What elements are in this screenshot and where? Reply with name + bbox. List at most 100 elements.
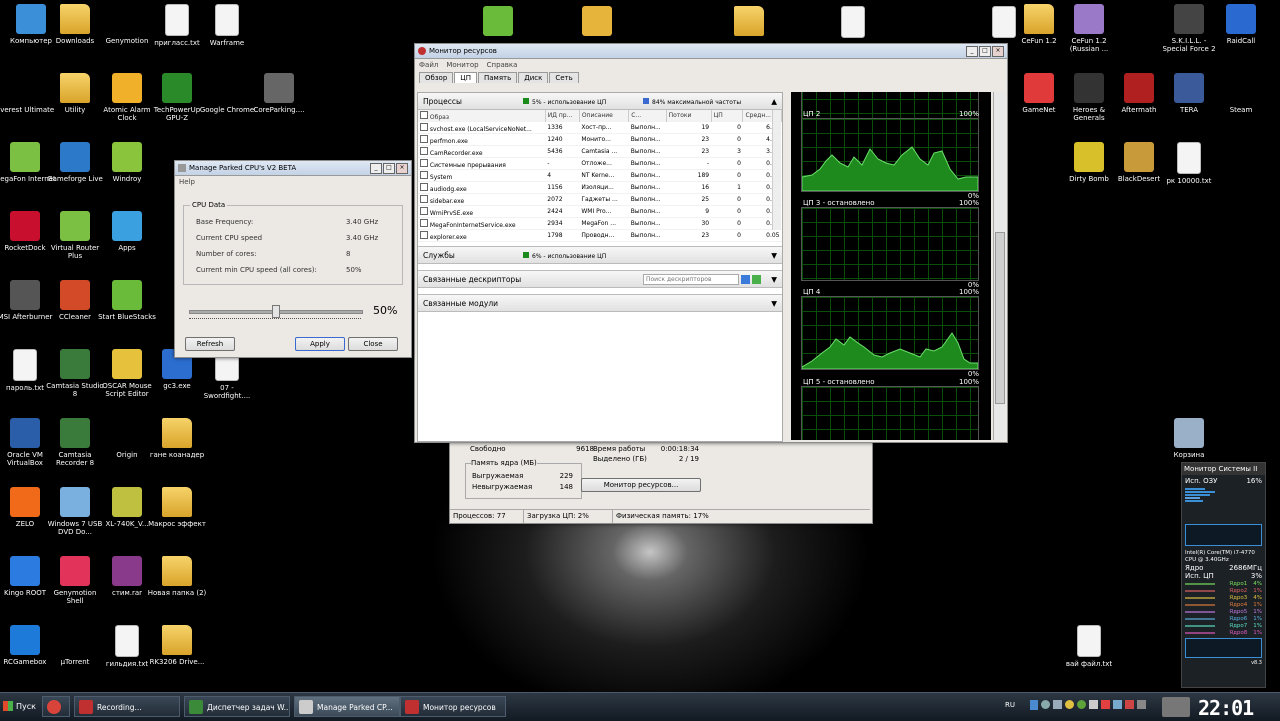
resource-monitor-window[interactable]: Монитор ресурсов _ □ × Файл Монитор Спра… bbox=[414, 43, 1008, 443]
column-header[interactable]: ЦП bbox=[711, 110, 744, 122]
desktop-icon-chip[interactable]: CoreParking.... bbox=[248, 73, 310, 114]
expand-icon[interactable]: ▼ bbox=[771, 299, 777, 308]
row-checkbox[interactable] bbox=[420, 146, 428, 155]
desktop-icon-android[interactable]: Windroy bbox=[96, 142, 158, 183]
desktop-icon-steam[interactable]: Steam bbox=[1210, 73, 1272, 114]
desktop-icon-raidcall[interactable]: RaidCall bbox=[1210, 4, 1272, 45]
tab-overview[interactable]: Обзор bbox=[419, 72, 454, 83]
desktop-icon-bluestacks[interactable] bbox=[467, 6, 529, 39]
desktop-icon-folder[interactable]: Макрос эффект bbox=[146, 487, 208, 528]
close-dialog-button[interactable]: Close bbox=[348, 337, 398, 351]
apply-button[interactable]: Apply bbox=[295, 337, 345, 351]
refresh-button[interactable]: Refresh bbox=[185, 337, 235, 351]
menu-file[interactable]: Файл bbox=[419, 61, 438, 69]
taskbar-button-task-manager[interactable]: Диспетчер задач W... bbox=[184, 696, 290, 717]
table-row[interactable]: System4NT Kerne...Выполн...18900.85 bbox=[418, 170, 782, 182]
taskbar-button-chrome[interactable] bbox=[42, 696, 70, 717]
tray-battery-icon[interactable] bbox=[1113, 700, 1122, 709]
column-header[interactable]: Образ bbox=[418, 110, 546, 122]
desktop-icon-folder[interactable]: Новая папка (2) bbox=[146, 556, 208, 597]
table-row[interactable]: explorer.exe 1798 Проводн... Выполн... 23 0 0.… bbox=[418, 230, 782, 242]
desktop-icon-folder[interactable]: гане коанадер bbox=[146, 418, 208, 459]
row-checkbox[interactable] bbox=[420, 206, 428, 215]
tray-steam-icon[interactable] bbox=[1041, 700, 1050, 709]
table-row[interactable]: perfmon.exe1240Монито...Выполн...2304.27 bbox=[418, 134, 782, 146]
collapse-icon[interactable]: ▲ bbox=[771, 97, 777, 106]
desktop-icon-apps[interactable]: Apps bbox=[96, 211, 158, 252]
table-row[interactable]: CamRecorder.exe 5436 Camtasia ... Выполн...… bbox=[418, 146, 782, 158]
row-checkbox[interactable] bbox=[420, 158, 428, 167]
tray-flag-icon[interactable] bbox=[1125, 700, 1134, 709]
expand-icon[interactable]: ▼ bbox=[771, 251, 777, 260]
tab-memory[interactable]: Память bbox=[477, 72, 518, 83]
taskbar-button-camtasia-recorder[interactable]: Recording... bbox=[74, 696, 180, 717]
minimize-button[interactable]: _ bbox=[966, 45, 978, 57]
maximize-button[interactable]: □ bbox=[979, 45, 991, 57]
search-icon[interactable] bbox=[741, 274, 750, 284]
tab-network[interactable]: Сеть bbox=[549, 72, 579, 83]
table-row[interactable]: WmiPrvSE.exe2424WMI Pro...Выполн...900.3… bbox=[418, 206, 782, 218]
taskbar-button-resource-monitor[interactable]: Монитор ресурсов bbox=[400, 696, 506, 717]
system-monitor-gadget[interactable]: Монитор Системы II Исп. ОЗУ 16% Intel(R)… bbox=[1181, 462, 1266, 688]
desktop-icon-uac-shield[interactable] bbox=[566, 6, 628, 39]
table-row[interactable]: svchost.exe (LocalServiceNoNet... 1336 Хос… bbox=[418, 122, 782, 134]
table-row[interactable]: Системные прерывания - Отложе... Выполн... -… bbox=[418, 158, 782, 170]
handles-search-input[interactable] bbox=[643, 273, 739, 285]
expand-icon[interactable]: ▼ bbox=[771, 275, 777, 284]
services-section-header[interactable]: Службы 6% - использование ЦП ▼ bbox=[418, 246, 782, 264]
menu-monitor[interactable]: Монитор bbox=[446, 61, 478, 69]
menu-help[interactable]: Справка bbox=[487, 61, 518, 69]
desktop-icon-text-file[interactable]: рк 10000.txt bbox=[1158, 142, 1220, 185]
table-row[interactable]: sidebar.exe2072Гаджеты ...Выполн...2500.… bbox=[418, 194, 782, 206]
desktop-icon-text-file[interactable]: вай файл.txt bbox=[1058, 625, 1120, 668]
row-checkbox[interactable] bbox=[420, 170, 428, 179]
min-speed-slider[interactable] bbox=[189, 305, 363, 319]
tray-arrow-icon[interactable] bbox=[1030, 700, 1038, 710]
processes-section-header[interactable]: Процессы 5% - использование ЦП 84% макси… bbox=[418, 93, 782, 110]
column-header[interactable]: Потоки bbox=[666, 110, 712, 122]
tray-sound-icon[interactable] bbox=[1101, 700, 1110, 709]
column-header[interactable]: ИД пр... bbox=[545, 110, 580, 122]
column-header[interactable]: С... bbox=[628, 110, 667, 122]
tray-display-icon[interactable] bbox=[1137, 700, 1146, 709]
maximize-button[interactable]: □ bbox=[383, 162, 395, 174]
handles-section-header[interactable]: Связанные дескрипторы ▼ bbox=[418, 270, 782, 288]
desktop-icon-document[interactable]: Warframe bbox=[196, 4, 258, 47]
desktop-icon-bluestacks[interactable]: Start BlueStacks bbox=[96, 280, 158, 321]
column-header[interactable]: Описание bbox=[579, 110, 630, 122]
desktop-icon-cefun[interactable]: CeFun 1.2 (Russian ... bbox=[1058, 4, 1120, 53]
left-pane-scrollbar[interactable] bbox=[772, 110, 781, 230]
tray-network-icon[interactable] bbox=[1053, 700, 1062, 709]
menu-help[interactable]: Help bbox=[179, 178, 195, 186]
desktop-icon-search-file[interactable] bbox=[973, 6, 1035, 41]
start-button[interactable]: Пуск bbox=[0, 695, 38, 718]
parked-cpu-window[interactable]: Manage Parked CPU's V2 BETA _ □ × Help C… bbox=[174, 160, 412, 358]
graphs-scrollbar[interactable] bbox=[993, 92, 1005, 440]
resmon-titlebar[interactable]: Монитор ресурсов _ □ × bbox=[415, 44, 1007, 59]
tray-volume-icon[interactable] bbox=[1089, 700, 1098, 709]
row-checkbox[interactable] bbox=[420, 182, 428, 191]
slider-thumb[interactable] bbox=[272, 305, 280, 318]
modules-section-header[interactable]: Связанные модули ▼ bbox=[418, 294, 782, 312]
taskbar-button-parked-cpu[interactable]: Manage Parked CP... bbox=[294, 696, 400, 717]
desktop-icon-folder[interactable]: RK3206 Drive... bbox=[146, 625, 208, 666]
table-row[interactable]: audiodg.exe1156Изоляци...Выполн...1610.3… bbox=[418, 182, 782, 194]
close-button[interactable]: × bbox=[396, 162, 408, 174]
row-checkbox[interactable] bbox=[420, 122, 428, 131]
row-checkbox[interactable] bbox=[420, 230, 428, 239]
table-row[interactable]: MegaFonInternetService.exe 2934 MegaFon ..… bbox=[418, 218, 782, 230]
desktop-icon-mp3-file[interactable] bbox=[822, 6, 884, 41]
clear-search-icon[interactable] bbox=[752, 274, 761, 284]
desktop-icon-recycle-bin[interactable]: Корзина bbox=[1158, 418, 1220, 459]
tray-clock-icon[interactable] bbox=[1065, 700, 1074, 709]
tab-cpu[interactable]: ЦП bbox=[454, 72, 477, 83]
row-checkbox[interactable] bbox=[420, 194, 428, 203]
row-checkbox[interactable] bbox=[420, 134, 428, 143]
close-button[interactable]: × bbox=[992, 45, 1004, 57]
row-checkbox[interactable] bbox=[420, 218, 428, 227]
task-manager-window[interactable]: Свободно 9618 Время работы 0:00:18:34 Вы… bbox=[449, 430, 873, 524]
clock[interactable]: 22:01 bbox=[1198, 696, 1254, 720]
tab-disk[interactable]: Диск bbox=[518, 72, 549, 83]
language-indicator[interactable]: RU bbox=[1005, 701, 1015, 709]
select-all-checkbox[interactable] bbox=[420, 110, 428, 119]
